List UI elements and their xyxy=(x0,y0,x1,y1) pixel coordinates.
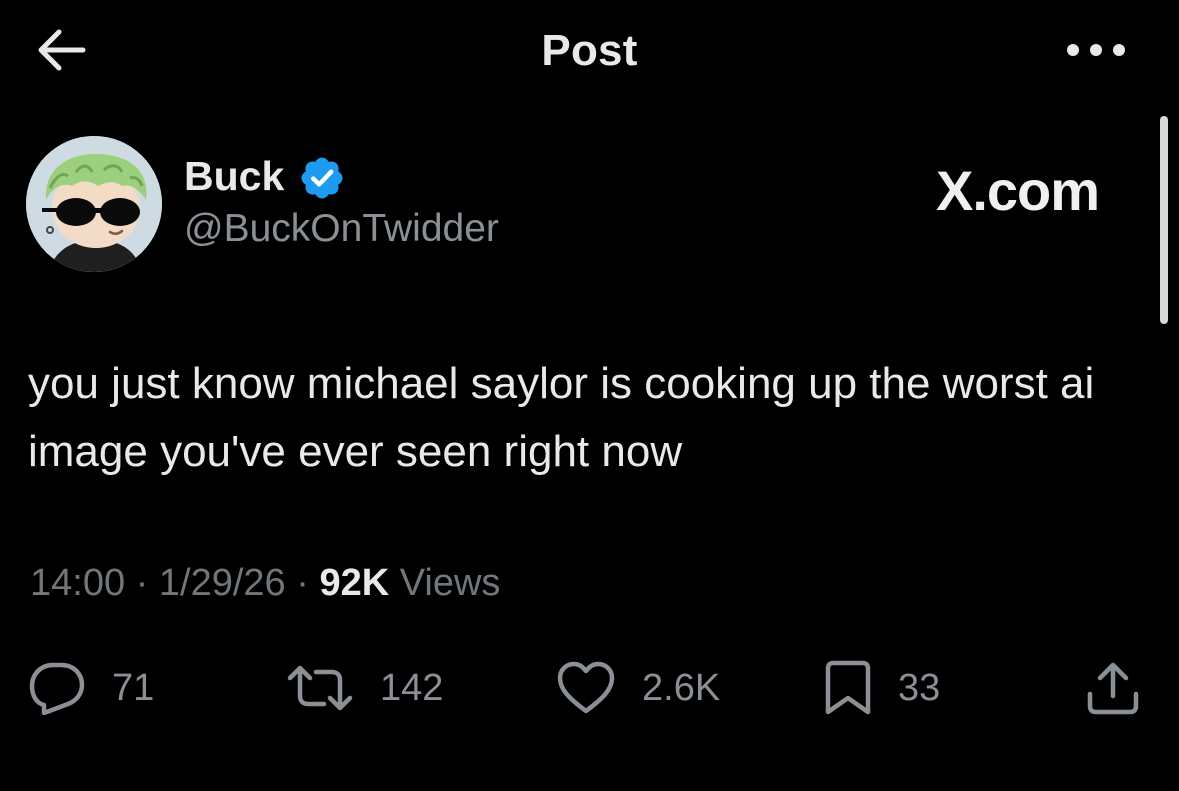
avatar[interactable] xyxy=(26,136,162,272)
reply-button[interactable]: 71 xyxy=(28,660,154,716)
tweet-meta: 14:00 · 1/29/26 · 92K Views xyxy=(30,562,500,605)
avatar-image xyxy=(26,136,162,272)
repost-count: 142 xyxy=(380,666,444,709)
bookmark-icon xyxy=(825,660,871,715)
views-label: Views xyxy=(399,562,501,604)
bookmark-count: 33 xyxy=(898,666,941,709)
more-horizontal-icon xyxy=(1067,44,1125,56)
reply-count: 71 xyxy=(112,666,155,709)
reply-icon xyxy=(29,662,85,715)
meta-separator: · xyxy=(135,562,149,604)
meta-separator: · xyxy=(296,562,309,604)
verified-badge-icon xyxy=(298,154,346,202)
tweet-time[interactable]: 14:00 xyxy=(30,562,125,604)
repost-button[interactable]: 142 xyxy=(286,660,443,716)
repost-icon xyxy=(287,665,353,711)
like-count: 2.6K xyxy=(642,666,721,709)
share-button[interactable] xyxy=(1086,660,1140,716)
tweet-date[interactable]: 1/29/26 xyxy=(159,562,286,604)
share-icon xyxy=(1087,662,1139,715)
heart-icon xyxy=(557,661,615,714)
scrollbar[interactable] xyxy=(1160,116,1168,324)
more-options-button[interactable] xyxy=(1058,30,1134,70)
like-button[interactable]: 2.6K xyxy=(556,660,720,716)
x-com-watermark: X.com xyxy=(936,159,1100,222)
author-name[interactable]: Buck xyxy=(184,153,284,200)
bookmark-button[interactable]: 33 xyxy=(824,660,940,716)
tweet-text: you just know michael saylor is cooking … xyxy=(28,359,1095,476)
views-count: 92K xyxy=(319,562,390,604)
author-handle[interactable]: @BuckOnTwidder xyxy=(184,207,499,251)
page-title: Post xyxy=(541,26,638,75)
